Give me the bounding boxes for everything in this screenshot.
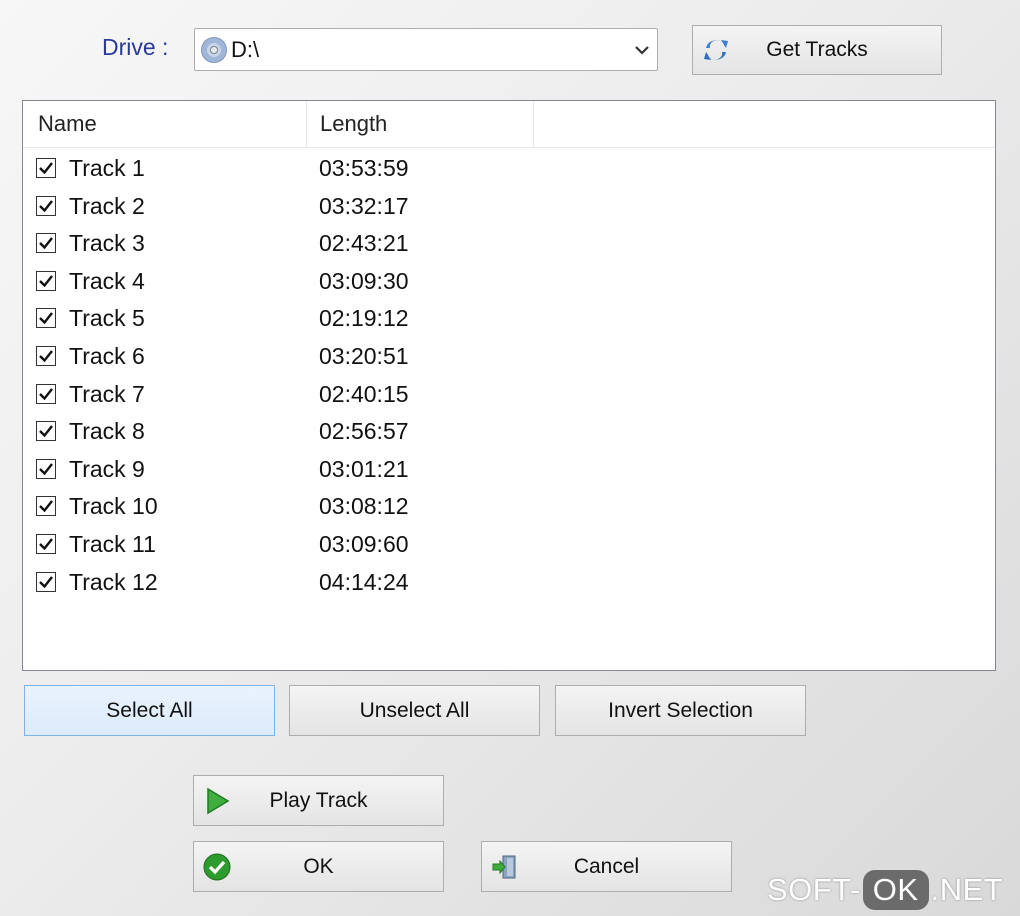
track-checkbox[interactable] (36, 195, 56, 216)
watermark-right: .NET (930, 872, 1004, 907)
drive-label: Drive : (102, 34, 169, 60)
track-name: Track 7 (69, 380, 145, 407)
list-item[interactable]: Track 7 02:40:15 (23, 375, 995, 413)
checkmark-circle-icon (202, 852, 232, 882)
track-name: Track 8 (69, 418, 145, 445)
list-item[interactable]: Track 5 02:19:12 (23, 299, 995, 337)
track-name: Track 10 (69, 493, 158, 520)
track-length: 02:56:57 (319, 418, 409, 445)
list-item[interactable]: Track 2 03:32:17 (23, 187, 995, 225)
watermark-middle: OK (862, 870, 929, 910)
refresh-icon (701, 35, 731, 65)
ok-button[interactable]: OK (193, 841, 444, 892)
play-track-button[interactable]: Play Track (193, 775, 444, 826)
exit-door-icon (490, 852, 520, 882)
track-length: 03:09:30 (319, 267, 409, 294)
track-length: 02:40:15 (319, 380, 409, 407)
list-item[interactable]: Track 9 03:01:21 (23, 450, 995, 488)
track-name: Track 6 (69, 343, 145, 369)
watermark: SOFT- OK .NET (767, 866, 1003, 914)
track-name: Track 5 (69, 305, 145, 332)
list-item[interactable]: Track 11 03:09:60 (23, 525, 995, 563)
checkmark-icon (39, 237, 53, 250)
checkmark-icon (39, 425, 53, 438)
list-item[interactable]: Track 4 03:09:30 (23, 262, 995, 300)
cancel-button[interactable]: Cancel (481, 841, 732, 892)
track-length: 03:53:59 (319, 155, 409, 181)
track-length: 03:20:51 (319, 343, 409, 369)
track-name: Track 1 (69, 155, 145, 181)
track-list[interactable]: Name Length Track 1 03:53:59 Track 2 03:32:… (22, 100, 996, 671)
checkmark-icon (39, 575, 53, 588)
ok-label: OK (303, 854, 334, 878)
track-length: 03:09:60 (319, 531, 409, 557)
track-name: Track 2 (69, 192, 145, 219)
track-length: 04:14:24 (319, 568, 409, 595)
checkmark-icon (39, 275, 53, 288)
invert-selection-button[interactable]: Invert Selection (555, 685, 806, 736)
checkmark-icon (39, 387, 53, 400)
list-item[interactable]: Track 3 02:43:21 (23, 224, 995, 262)
play-icon (202, 786, 232, 816)
watermark-left: SOFT- (767, 872, 861, 907)
track-checkbox[interactable] (36, 421, 56, 442)
track-checkbox[interactable] (36, 308, 56, 329)
drive-select-value: D:\ (231, 36, 260, 62)
select-all-button[interactable]: Select All (24, 685, 275, 736)
track-checkbox[interactable] (36, 534, 56, 554)
checkmark-icon (39, 538, 53, 551)
track-name: Track 11 (69, 531, 156, 557)
checkmark-icon (39, 350, 53, 363)
get-tracks-button[interactable]: Get Tracks (692, 25, 942, 75)
checkmark-icon (39, 199, 53, 212)
track-checkbox[interactable] (36, 270, 56, 291)
track-length: 03:32:17 (319, 192, 409, 219)
list-item[interactable]: Track 6 03:20:51 (23, 337, 995, 375)
list-item[interactable]: Track 12 04:14:24 (23, 563, 995, 601)
list-item[interactable]: Track 8 02:56:57 (23, 412, 995, 450)
track-length: 02:19:12 (319, 305, 409, 332)
track-length: 03:08:12 (319, 493, 409, 520)
track-name: Track 4 (69, 267, 145, 294)
track-checkbox[interactable] (36, 233, 56, 254)
list-item[interactable]: Track 10 03:08:12 (23, 487, 995, 525)
unselect-all-button[interactable]: Unselect All (289, 685, 540, 736)
track-name: Track 3 (69, 230, 145, 257)
track-checkbox[interactable] (36, 158, 56, 178)
list-header: Name Length (23, 101, 995, 148)
track-length: 03:01:21 (319, 455, 409, 482)
list-item[interactable]: Track 1 03:53:59 (23, 149, 995, 187)
checkmark-icon (39, 500, 53, 513)
column-header-filler (534, 101, 995, 147)
track-length: 02:43:21 (319, 230, 409, 257)
drive-select[interactable]: D:\ (194, 28, 658, 71)
get-tracks-label: Get Tracks (766, 38, 868, 61)
track-checkbox[interactable] (36, 571, 56, 592)
track-name: Track 9 (69, 455, 145, 482)
track-checkbox[interactable] (36, 346, 56, 366)
cancel-label: Cancel (573, 854, 640, 878)
disc-icon (201, 36, 227, 63)
play-track-label: Play Track (269, 788, 368, 812)
column-header-name[interactable]: Name (23, 101, 307, 147)
track-name: Track 12 (69, 568, 158, 595)
checkmark-icon (39, 162, 53, 175)
chevron-down-icon[interactable] (627, 35, 657, 65)
track-checkbox[interactable] (36, 383, 56, 404)
checkmark-icon (39, 463, 53, 476)
track-checkbox[interactable] (36, 496, 56, 517)
track-checkbox[interactable] (36, 458, 56, 479)
checkmark-icon (39, 312, 53, 325)
column-header-length[interactable]: Length (307, 101, 534, 147)
